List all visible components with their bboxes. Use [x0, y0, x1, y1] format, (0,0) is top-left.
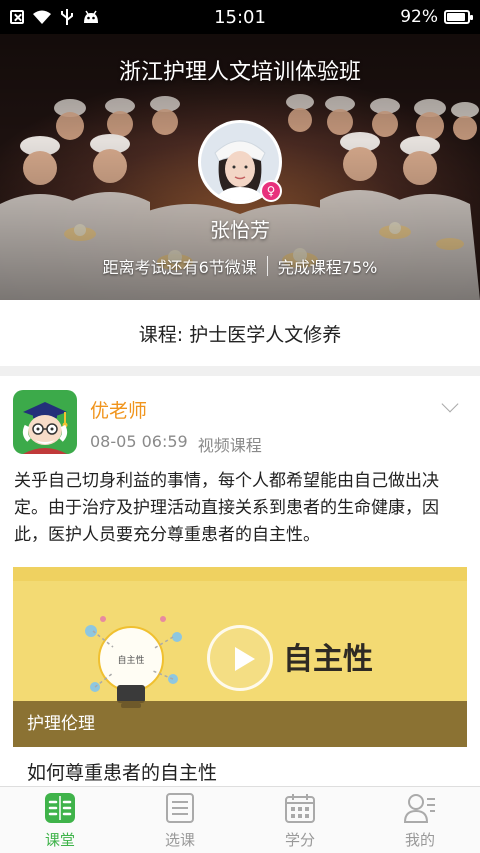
classroom-icon: [45, 792, 75, 823]
female-icon: ♀: [260, 180, 282, 202]
course-select-icon: [166, 792, 194, 823]
teacher-cartoon-icon: [13, 390, 77, 454]
android-icon: [84, 10, 98, 23]
battery-icon: [444, 10, 473, 24]
video-image-text: 自主性: [283, 642, 373, 677]
tab-profile-label: 我的: [404, 830, 435, 849]
post-date: 08-05 06:59: [90, 432, 188, 451]
post-type: 视频课程: [197, 436, 262, 455]
profile-icon: [403, 793, 435, 823]
post-body: 关乎自己切身利益的事情，每个人都希望能由自己做出决定。由于治疗及护理活动直接关系…: [14, 471, 439, 545]
post-author[interactable]: 优老师: [90, 396, 147, 423]
class-title: 浙江护理人文培训体验班: [118, 60, 361, 85]
tab-profile[interactable]: 我的: [360, 787, 480, 853]
play-icon[interactable]: [207, 625, 273, 691]
tab-classroom[interactable]: 课堂: [0, 787, 120, 853]
tab-classroom-label: 课堂: [44, 830, 75, 849]
user-stats: 距离考试还有6节微课 完成课程75%: [0, 254, 480, 278]
app-screen: 15:01 92% 浙江护理人文培训体验班 ♀ 张怡芳 距离考试还有6节微课 完…: [0, 0, 480, 853]
no-sim-icon: [10, 10, 24, 24]
user-name: 张怡芳: [210, 218, 270, 242]
section-divider: [0, 366, 480, 376]
exam-countdown: 距离考试还有6节微课: [102, 258, 257, 277]
tab-course-select-label: 选课: [164, 830, 195, 849]
battery-percent: 92%: [400, 7, 438, 27]
current-course[interactable]: 课程: 护士医学人文修养: [0, 300, 480, 366]
bottom-nav: 课堂 选课 学分 我的: [0, 786, 480, 853]
course-label: 课程: 护士医学人文修养: [138, 323, 342, 346]
status-icons-right: 92%: [330, 7, 473, 27]
tab-credits[interactable]: 学分: [240, 787, 360, 853]
wifi-icon: [33, 10, 51, 24]
battery-level: [447, 13, 466, 21]
chevron-down-icon[interactable]: [441, 395, 459, 413]
status-bar: 15:01 92%: [0, 0, 480, 34]
status-time: 15:01: [214, 6, 266, 28]
class-banner: 浙江护理人文培训体验班 ♀ 张怡芳 距离考试还有6节微课 完成课程75%: [0, 34, 480, 300]
status-icons-left: [10, 8, 150, 26]
credits-icon: [285, 793, 315, 823]
stat-divider: [266, 256, 268, 276]
video-card[interactable]: 自主性 自主性 护理伦理: [13, 567, 467, 747]
tab-credits-label: 学分: [284, 830, 315, 849]
course-progress: 完成课程75%: [277, 258, 378, 277]
video-category-tag: 护理伦理: [13, 701, 467, 747]
bulb-label: 自主性: [117, 654, 144, 666]
course-post: 优老师 08-05 06:59 视频课程 关乎自己切身利益的事情，每个人都希望能…: [0, 376, 480, 786]
post-meta: 08-05 06:59 视频课程: [90, 432, 262, 456]
teacher-avatar[interactable]: [13, 390, 77, 454]
tab-course-select[interactable]: 选课: [120, 787, 240, 853]
video-title[interactable]: 如何尊重患者的自主性: [27, 758, 217, 785]
usb-icon: [61, 9, 73, 25]
